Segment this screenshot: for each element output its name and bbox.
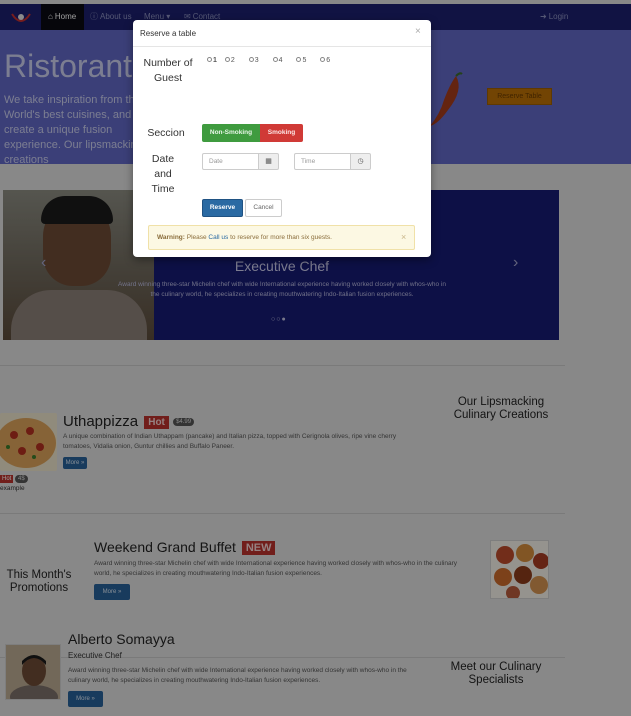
guest-option-label: 4 bbox=[278, 57, 283, 64]
alert-close-icon[interactable]: × bbox=[401, 232, 406, 242]
reserve-button[interactable]: Reserve bbox=[202, 199, 243, 217]
non-smoking-button[interactable]: Non-Smoking bbox=[202, 124, 260, 142]
alert-suffix: to reserve for more than six guests. bbox=[230, 234, 332, 241]
time-input[interactable]: Time bbox=[294, 153, 351, 170]
guest-option-label: 1 bbox=[213, 57, 217, 64]
date-input[interactable]: Date bbox=[202, 153, 259, 170]
cancel-button[interactable]: Cancel bbox=[245, 199, 282, 217]
close-icon[interactable]: × bbox=[415, 26, 421, 37]
guest-radio-group: 1 2 3 4 5 6 bbox=[207, 57, 342, 64]
reserve-modal: Reserve a table × Number of Guest 1 2 3 … bbox=[133, 20, 431, 257]
section-label: Seccion bbox=[147, 127, 185, 139]
modal-title: Reserve a table bbox=[140, 29, 197, 38]
alert-prefix: Please bbox=[186, 234, 207, 241]
guest-option-5[interactable]: 5 bbox=[296, 57, 312, 64]
radio-icon bbox=[248, 57, 254, 62]
guests-label: Number of Guest bbox=[143, 57, 193, 84]
guest-option-3[interactable]: 3 bbox=[248, 57, 265, 64]
guest-option-label: 5 bbox=[302, 57, 307, 64]
radio-icon bbox=[320, 57, 326, 62]
radio-icon bbox=[296, 57, 302, 62]
radio-icon bbox=[272, 57, 278, 62]
guest-option-2[interactable]: 2 bbox=[224, 57, 241, 64]
radio-icon bbox=[207, 57, 212, 62]
modal-header: Reserve a table × bbox=[133, 20, 431, 47]
alert-text: Warning: Please Call us to reserve for m… bbox=[157, 234, 332, 241]
calendar-icon[interactable]: ▦ bbox=[258, 153, 279, 170]
datetime-label: Date and Time bbox=[151, 153, 175, 195]
guest-option-label: 6 bbox=[326, 57, 331, 64]
alert-strong: Warning: bbox=[157, 234, 185, 241]
smoking-button[interactable]: Smoking bbox=[260, 124, 303, 142]
guest-option-6[interactable]: 6 bbox=[320, 57, 336, 64]
guest-option-4[interactable]: 4 bbox=[272, 57, 289, 64]
guest-option-label: 3 bbox=[254, 57, 259, 64]
call-us-link[interactable]: Call us bbox=[208, 234, 228, 241]
guest-option-1[interactable]: 1 bbox=[207, 57, 217, 64]
clock-icon[interactable]: ◷ bbox=[350, 153, 371, 170]
radio-icon bbox=[224, 57, 230, 62]
guest-option-label: 2 bbox=[230, 57, 235, 64]
warning-alert: Warning: Please Call us to reserve for m… bbox=[148, 225, 415, 250]
